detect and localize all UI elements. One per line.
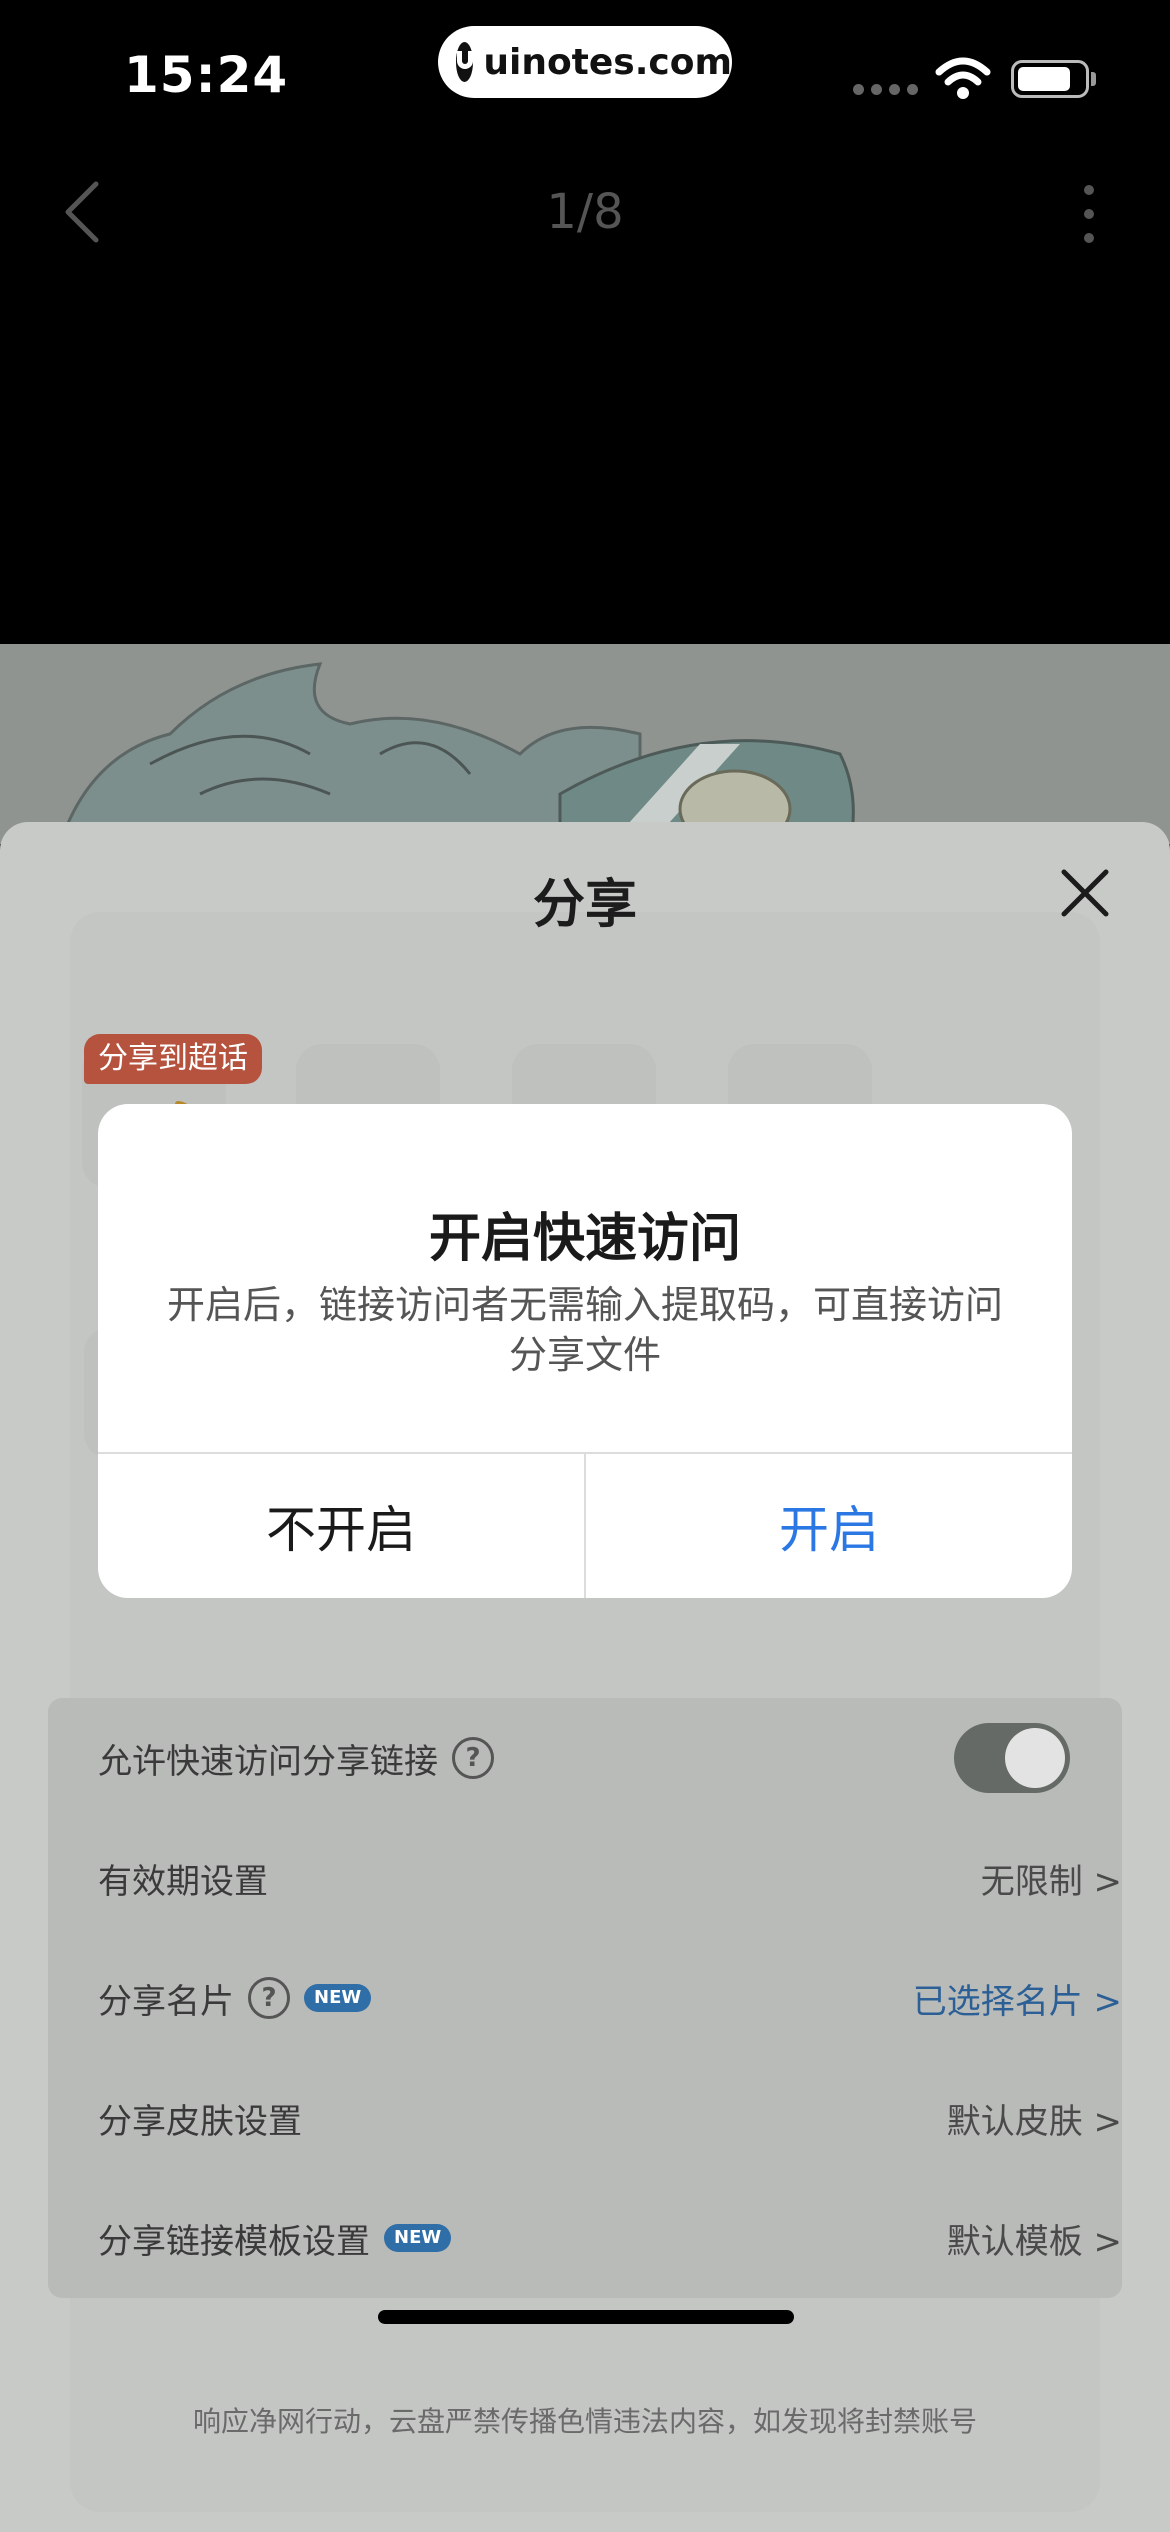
- cellular-signal-icon: [853, 84, 918, 95]
- setting-value-expiry: 无限制 >: [980, 1861, 1122, 1902]
- illustration-image: [58, 662, 855, 844]
- setting-label-quick-access: 允许快速访问分享链接: [98, 1741, 438, 1782]
- setting-row-business-card[interactable]: 分享名片 ? NEW 已选择名片 >: [98, 1958, 1122, 2038]
- new-badge: NEW: [384, 2224, 452, 2252]
- setting-label-expiry: 有效期设置: [98, 1861, 268, 1902]
- new-badge: NEW: [304, 1984, 372, 2012]
- dialog-message: 开启后，链接访问者无需输入提取码，可直接访问分享文件: [166, 1283, 1003, 1377]
- setting-row-quick-access: 允许快速访问分享链接 ?: [98, 1718, 1122, 1798]
- share-settings-panel: 允许快速访问分享链接 ? 有效期设置 无限制 > 分享名片 ? NEW 已选择名…: [48, 1698, 1122, 2298]
- dialog-title: 开启快速访问: [428, 1209, 741, 1269]
- share-sheet: 分享 分享到超话 允许快速访问分享链接 ? 有效期设置 无限制 > 分享名片 ?…: [0, 822, 1170, 2532]
- share-sheet-title: 分享: [532, 875, 637, 935]
- help-icon[interactable]: ?: [452, 1737, 494, 1779]
- setting-label-business-card: 分享名片: [98, 1981, 234, 2022]
- status-time: 15:24: [124, 46, 289, 104]
- dialog-confirm-button[interactable]: 开启: [586, 1454, 1072, 1598]
- battery-cap: [1091, 72, 1096, 86]
- setting-value-skin: 默认皮肤 >: [946, 2101, 1122, 2142]
- dialog-cancel-button[interactable]: 不开启: [98, 1454, 584, 1598]
- toggle-knob: [1005, 1728, 1065, 1788]
- setting-label-template: 分享链接模板设置: [98, 2221, 370, 2262]
- setting-value-template: 默认模板 >: [946, 2221, 1122, 2262]
- site-logo-icon: [456, 42, 474, 82]
- more-options-icon[interactable]: [1083, 184, 1095, 244]
- help-icon[interactable]: ?: [248, 1977, 290, 2019]
- quick-access-toggle[interactable]: [954, 1723, 1070, 1793]
- setting-row-template[interactable]: 分享链接模板设置 NEW 默认模板 >: [98, 2198, 1122, 2278]
- home-indicator[interactable]: [378, 2310, 794, 2324]
- setting-label-skin: 分享皮肤设置: [98, 2101, 302, 2142]
- wifi-icon: [935, 57, 991, 99]
- status-bar: 15:24 uinotes.com: [0, 0, 1170, 140]
- setting-row-expiry[interactable]: 有效期设置 无限制 >: [98, 1838, 1122, 1918]
- close-icon[interactable]: [1060, 868, 1110, 918]
- image-preview: [0, 644, 1170, 844]
- quick-access-dialog: 开启快速访问 开启后，链接访问者无需输入提取码，可直接访问分享文件 不开启 开启: [98, 1104, 1072, 1598]
- share-to-topic-badge: 分享到超话: [84, 1034, 262, 1084]
- footer-note: 响应净网行动，云盘严禁传播色情违法内容，如发现将封禁账号: [192, 2405, 977, 2438]
- setting-row-skin[interactable]: 分享皮肤设置 默认皮肤 >: [98, 2078, 1122, 2158]
- battery-level: [1018, 67, 1071, 91]
- site-pill: uinotes.com: [438, 26, 732, 98]
- site-name: uinotes.com: [483, 41, 732, 83]
- battery-icon: [1011, 60, 1089, 98]
- setting-value-business-card: 已选择名片 >: [912, 1981, 1122, 2022]
- page-counter: 1/8: [546, 184, 624, 240]
